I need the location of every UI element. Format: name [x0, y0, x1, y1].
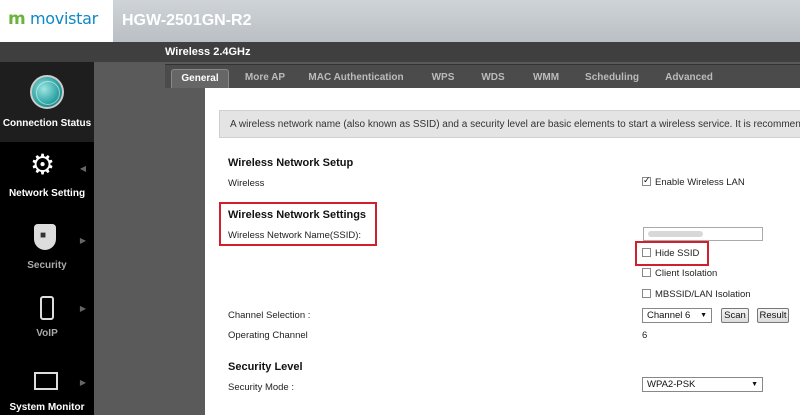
- security-mode-label: Security Mode :: [228, 382, 294, 393]
- content-gutter: [165, 88, 205, 415]
- sidebar-item-system-monitor[interactable]: ▶ System Monitor: [0, 370, 94, 415]
- chevron-down-icon: ▼: [751, 381, 758, 388]
- client-isolation-checkbox[interactable]: [642, 268, 651, 277]
- section-band: Wireless 2.4GHz: [0, 42, 800, 62]
- client-isolation-row[interactable]: Client Isolation: [642, 268, 717, 279]
- mbssid-checkbox[interactable]: [642, 289, 651, 298]
- tab-wds[interactable]: WDS: [471, 69, 515, 89]
- tab-wps[interactable]: WPS: [421, 69, 465, 89]
- sidebar-item-security[interactable]: ▶ Security: [0, 222, 94, 282]
- tab-scheduling[interactable]: Scheduling: [578, 69, 646, 89]
- chevron-right-icon: ▶: [79, 378, 86, 387]
- operating-channel-value: 6: [642, 330, 648, 341]
- tab-general[interactable]: General: [171, 69, 229, 89]
- section-title-setup: Wireless Network Setup: [228, 157, 354, 169]
- header-bar: m movistar HGW-2501GN-R2: [0, 0, 800, 42]
- hide-ssid-row[interactable]: Hide SSID: [642, 248, 699, 259]
- globe-icon: [30, 75, 64, 109]
- chevron-right-icon: ▶: [79, 236, 86, 245]
- chevron-right-icon: ◀: [79, 164, 86, 173]
- operating-channel-label: Operating Channel: [228, 330, 308, 341]
- tab-wmm[interactable]: WMM: [522, 69, 570, 89]
- section-title-security: Security Level: [228, 361, 303, 373]
- info-banner: A wireless network name (also known as S…: [219, 110, 800, 138]
- section-title-settings: Wireless Network Settings: [228, 209, 367, 221]
- sidebar: Connection Status ⚙ ◀ Network Setting ▶ …: [0, 62, 94, 415]
- logo-text: movistar: [30, 9, 98, 28]
- sidebar-item-label: Security: [27, 260, 67, 271]
- ssid-input[interactable]: [643, 227, 763, 241]
- mbssid-label: MBSSID/LAN Isolation: [655, 289, 751, 300]
- channel-value: Channel 6: [647, 310, 691, 321]
- sidebar-item-label: VoIP: [36, 328, 58, 339]
- tab-bar: General More AP MAC Authentication WPS W…: [165, 64, 800, 89]
- tab-mac-authentication[interactable]: MAC Authentication: [301, 69, 411, 89]
- movistar-logo: m movistar: [0, 0, 113, 42]
- enable-wireless-checkbox[interactable]: [642, 175, 651, 186]
- sidebar-item-network-setting[interactable]: ⚙ ◀ Network Setting: [0, 144, 94, 206]
- channel-label: Channel Selection :: [228, 310, 311, 321]
- sidebar-item-label: Network Setting: [8, 188, 86, 199]
- chevron-down-icon: ▼: [700, 312, 707, 319]
- device-model: HGW-2501GN-R2: [122, 12, 252, 29]
- ssid-label: Wireless Network Name(SSID):: [228, 230, 362, 241]
- hide-ssid-checkbox[interactable]: [642, 248, 651, 257]
- shield-icon: [34, 224, 56, 250]
- sidebar-item-voip[interactable]: ▶ VoIP: [0, 294, 94, 344]
- mbssid-row[interactable]: MBSSID/LAN Isolation: [642, 289, 751, 300]
- enable-wireless-label: Enable Wireless LAN: [655, 177, 745, 188]
- phone-icon: [40, 296, 54, 320]
- gear-icon: ⚙: [30, 149, 56, 180]
- page-title: Wireless 2.4GHz: [165, 46, 251, 58]
- sidebar-item-label: System Monitor: [9, 402, 85, 413]
- wireless-label: Wireless: [228, 178, 265, 189]
- monitor-icon: [34, 372, 58, 390]
- main-content: A wireless network name (also known as S…: [205, 88, 800, 415]
- scan-button[interactable]: Scan: [721, 308, 749, 323]
- enable-wireless-row[interactable]: Enable Wireless LAN: [642, 175, 745, 188]
- sidebar-item-label: Connection Status: [2, 118, 92, 129]
- result-button[interactable]: Result: [757, 308, 789, 323]
- security-mode-select[interactable]: WPA2-PSK ▼: [642, 377, 763, 392]
- logo-mark: m: [8, 9, 26, 29]
- channel-select[interactable]: Channel 6 ▼: [642, 308, 712, 323]
- hide-ssid-label: Hide SSID: [655, 248, 700, 259]
- ssid-redacted: [648, 231, 703, 237]
- security-mode-value: WPA2-PSK: [647, 379, 696, 390]
- client-isolation-label: Client Isolation: [655, 268, 718, 279]
- tab-more-ap[interactable]: More AP: [235, 69, 295, 89]
- chevron-right-icon: ▶: [79, 304, 86, 313]
- sidebar-item-connection-status[interactable]: Connection Status: [0, 62, 94, 142]
- tab-advanced[interactable]: Advanced: [657, 69, 721, 89]
